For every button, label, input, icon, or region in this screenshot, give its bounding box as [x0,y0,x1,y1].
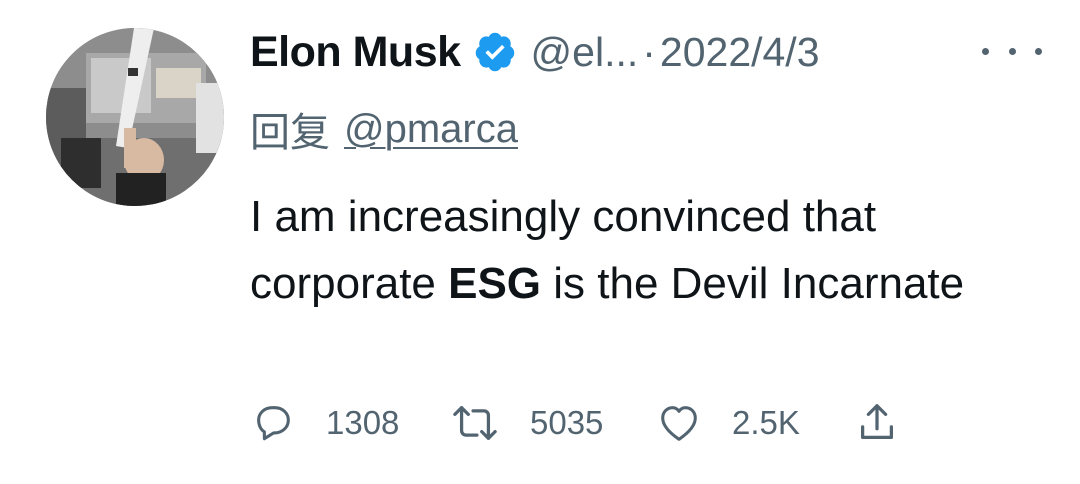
tweet-text: I am increasingly convinced that corpora… [250,183,1050,317]
tweet[interactable]: Elon Musk @el... · 2022/4/3 回复 @pmarca I… [0,0,1080,484]
retweet-button[interactable]: 5035 [450,398,603,448]
tweet-text-part: is the Devil Incarnate [541,259,965,308]
header-separator: · [642,28,656,75]
reply-icon [257,406,290,441]
author-name[interactable]: Elon Musk [250,28,461,77]
more-icon[interactable] [982,36,1042,66]
retweet-count: 5035 [530,404,604,441]
tweet-header: Elon Musk @el... · 2022/4/3 [250,28,1042,77]
reply-prefix: 回复 [250,111,330,155]
retweet-icon [453,406,497,440]
share-button[interactable] [854,398,900,448]
like-button[interactable]: 2.5K [656,398,800,448]
heart-icon [661,406,697,441]
reply-mention-link[interactable]: @pmarca [344,107,518,152]
verified-badge-icon [473,30,517,74]
tweet-actions: 1308 5035 2.5K [250,398,950,448]
like-count: 2.5K [732,404,800,441]
tweet-date[interactable]: 2022/4/3 [660,29,820,76]
author-handle[interactable]: @el... [531,29,639,76]
avatar[interactable] [46,28,224,206]
avatar-photo [46,28,224,206]
reply-button[interactable]: 1308 [250,398,399,448]
reply-count: 1308 [326,404,400,441]
tweet-text-bold: ESG [448,259,542,308]
reply-context: 回复 @pmarca [250,100,518,158]
share-icon [860,404,894,440]
